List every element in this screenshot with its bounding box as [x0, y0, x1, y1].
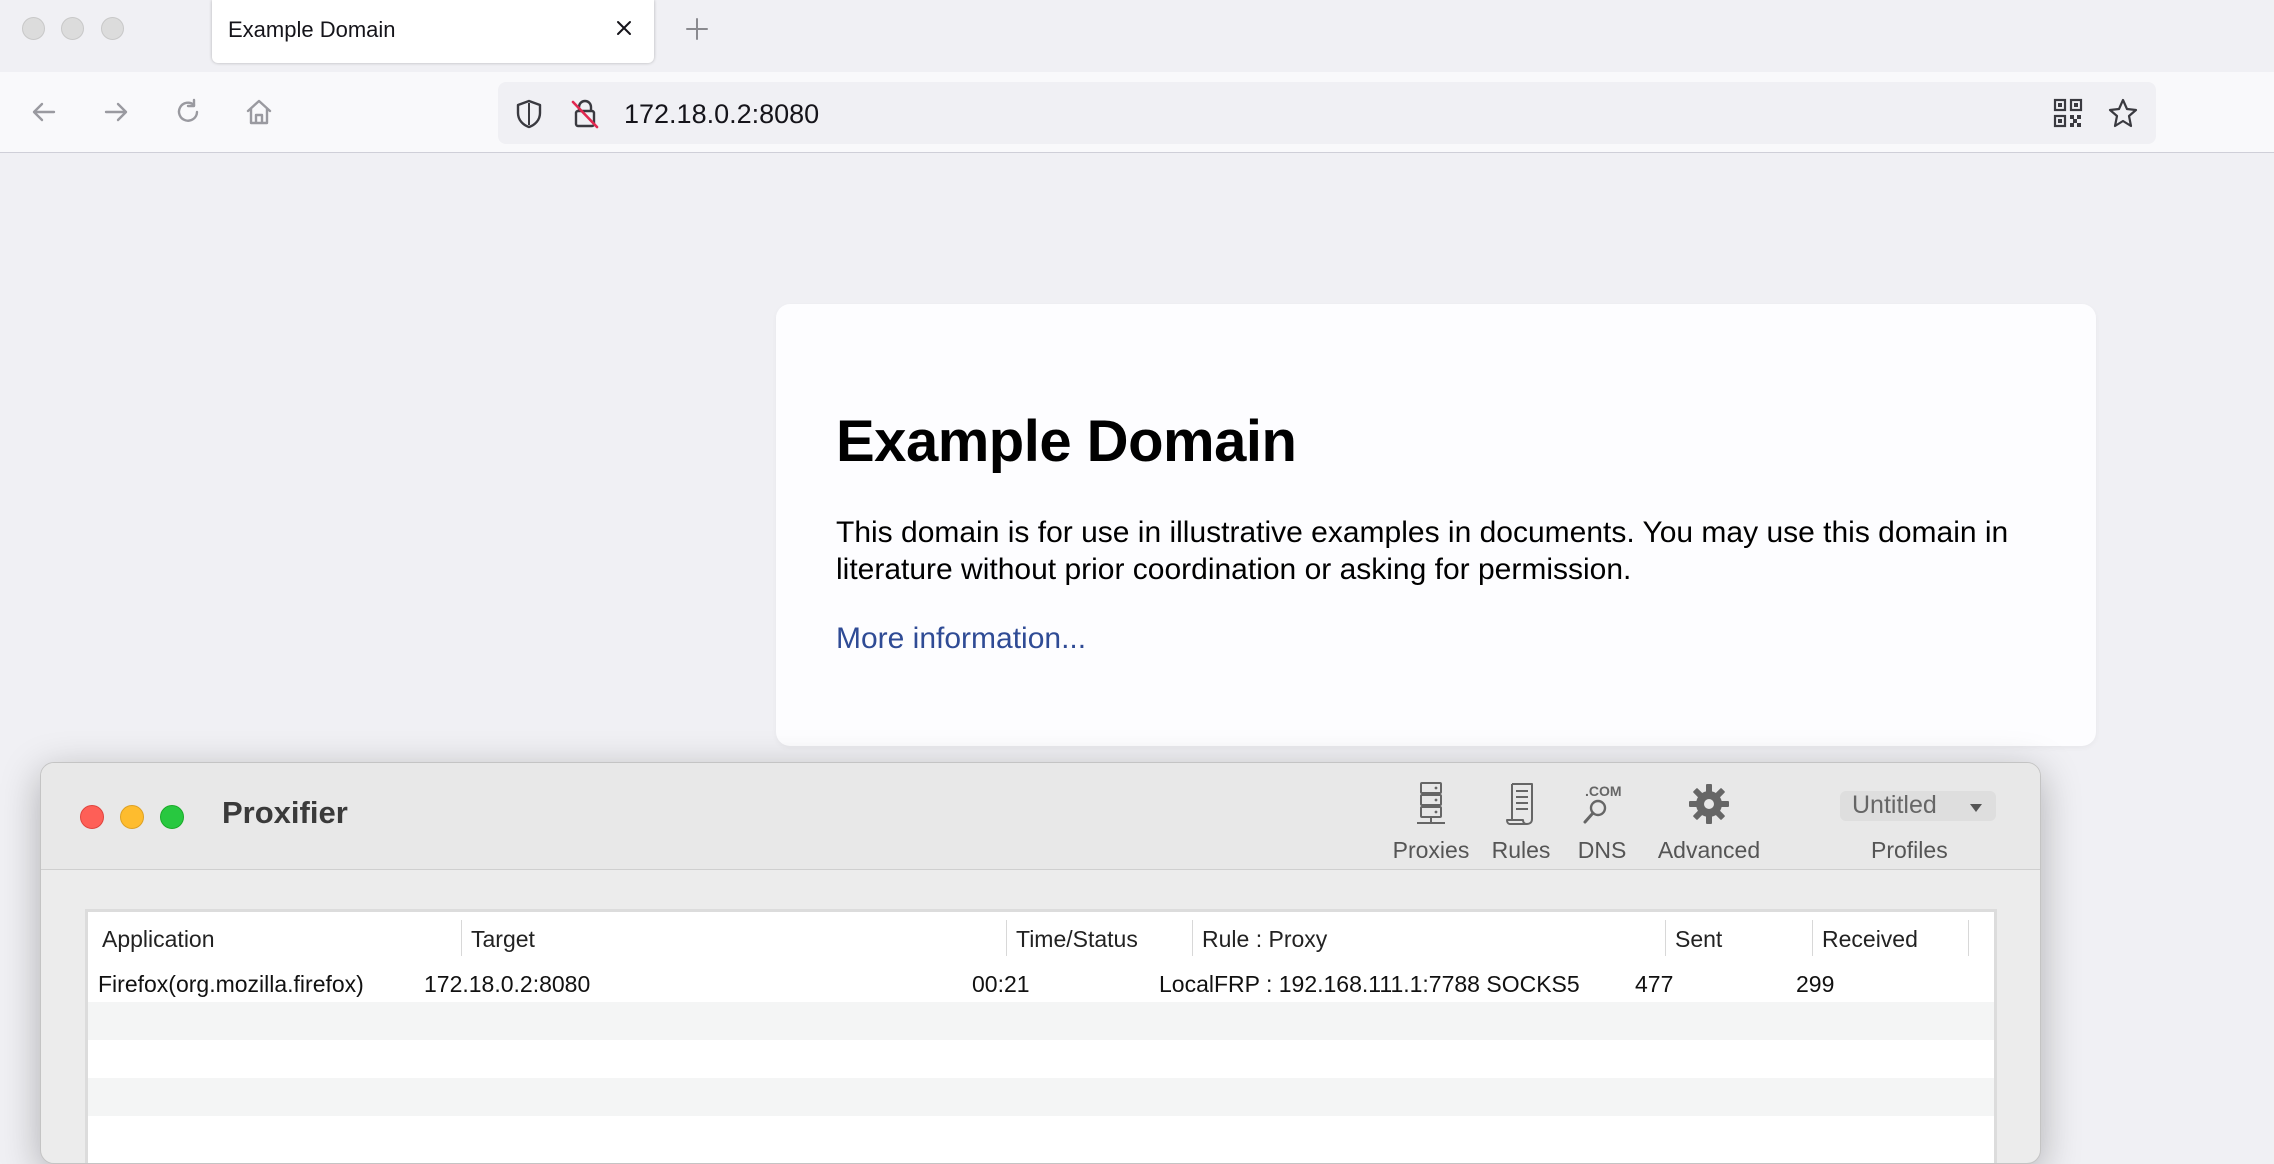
page-description: This domain is for use in illustrative e… [836, 516, 2009, 586]
column-divider[interactable] [1968, 920, 1969, 956]
proxifier-title: Proxifier [222, 795, 348, 830]
back-arrow-icon[interactable] [26, 94, 62, 130]
column-header-rule-proxy[interactable]: Rule : Proxy [1202, 926, 1327, 953]
cell-sent: 477 [1635, 971, 1674, 997]
advanced-button[interactable]: Advanced [1645, 781, 1773, 863]
proxies-button[interactable]: Proxies [1383, 781, 1479, 863]
connections-table[interactable]: Application Target Time/Status Rule : Pr… [85, 909, 1997, 1163]
cell-time-status: 00:21 [972, 971, 1030, 997]
window-minimize-button[interactable] [61, 17, 84, 40]
proxifier-close-button[interactable] [80, 805, 104, 829]
column-divider[interactable] [1006, 920, 1007, 956]
table-row[interactable]: Firefox(org.mozilla.firefox) 172.18.0.2:… [88, 964, 1994, 1002]
rules-label: Rules [1491, 837, 1551, 863]
proxifier-minimize-button[interactable] [120, 805, 144, 829]
column-divider[interactable] [1192, 920, 1193, 956]
proxifier-zoom-button[interactable] [160, 805, 184, 829]
url-bar[interactable]: 172.18.0.2:8080 [498, 82, 2156, 144]
tab-title: Example Domain [228, 17, 396, 42]
scroll-document-icon [1483, 781, 1559, 832]
column-header-target[interactable]: Target [471, 926, 535, 953]
proxifier-toolbar: Proxifier Proxies Rules .COM DNS Advance… [41, 763, 2040, 870]
dns-label: DNS [1577, 837, 1627, 863]
forward-arrow-icon[interactable] [98, 94, 134, 130]
cell-application: Firefox(org.mozilla.firefox) [98, 971, 364, 997]
column-header-received[interactable]: Received [1822, 926, 1918, 953]
page-title: Example Domain [836, 409, 1297, 474]
tab-example-domain[interactable]: Example Domain [212, 0, 654, 63]
table-row-empty [88, 1002, 1994, 1040]
cell-received: 299 [1796, 971, 1835, 997]
profiles-label: Profiles [1871, 837, 1948, 863]
gear-icon [1645, 781, 1773, 832]
dropdown-triangle-icon [1968, 801, 1984, 819]
window-close-button[interactable] [22, 17, 45, 40]
profile-name: Untitled [1852, 791, 1937, 819]
advanced-label: Advanced [1657, 837, 1761, 863]
column-header-sent[interactable]: Sent [1675, 926, 1722, 953]
profile-dropdown[interactable]: Untitled [1840, 791, 1996, 821]
dns-magnifier-icon: .COM [1571, 781, 1633, 827]
proxifier-window: Proxifier Proxies Rules .COM DNS Advance… [40, 762, 2041, 1164]
table-header: Application Target Time/Status Rule : Pr… [88, 912, 1994, 965]
qr-code-icon[interactable] [2052, 97, 2084, 134]
url-text[interactable]: 172.18.0.2:8080 [624, 99, 819, 130]
dns-button[interactable]: .COM DNS [1571, 781, 1633, 863]
window-zoom-button[interactable] [101, 17, 124, 40]
page-content-card: Example Domain This domain is for use in… [776, 304, 2096, 746]
close-icon[interactable] [610, 14, 638, 42]
plus-icon[interactable] [682, 14, 712, 44]
home-icon[interactable] [241, 94, 277, 130]
column-divider[interactable] [1665, 920, 1666, 956]
table-row-empty [88, 1078, 1994, 1116]
column-header-time-status[interactable]: Time/Status [1016, 926, 1138, 953]
column-divider[interactable] [461, 920, 462, 956]
table-row-empty [88, 1116, 1994, 1154]
tab-strip: Example Domain [0, 0, 2274, 72]
insecure-lock-icon[interactable] [568, 97, 602, 136]
reload-icon[interactable] [170, 94, 206, 130]
proxies-label: Proxies [1392, 837, 1470, 863]
cell-target: 172.18.0.2:8080 [424, 971, 591, 997]
navigation-toolbar: 172.18.0.2:8080 [0, 72, 2274, 153]
column-header-application[interactable]: Application [102, 926, 215, 953]
cell-rule-proxy: LocalFRP : 192.168.111.1:7788 SOCKS5 [1159, 971, 1580, 997]
table-row-empty [88, 1040, 1994, 1078]
column-divider[interactable] [1812, 920, 1813, 956]
shield-icon[interactable] [512, 97, 546, 136]
more-information-link[interactable]: More information... [836, 622, 1086, 656]
bookmark-star-icon[interactable] [2106, 96, 2140, 135]
server-icon [1383, 781, 1479, 832]
rules-button[interactable]: Rules [1483, 781, 1559, 863]
